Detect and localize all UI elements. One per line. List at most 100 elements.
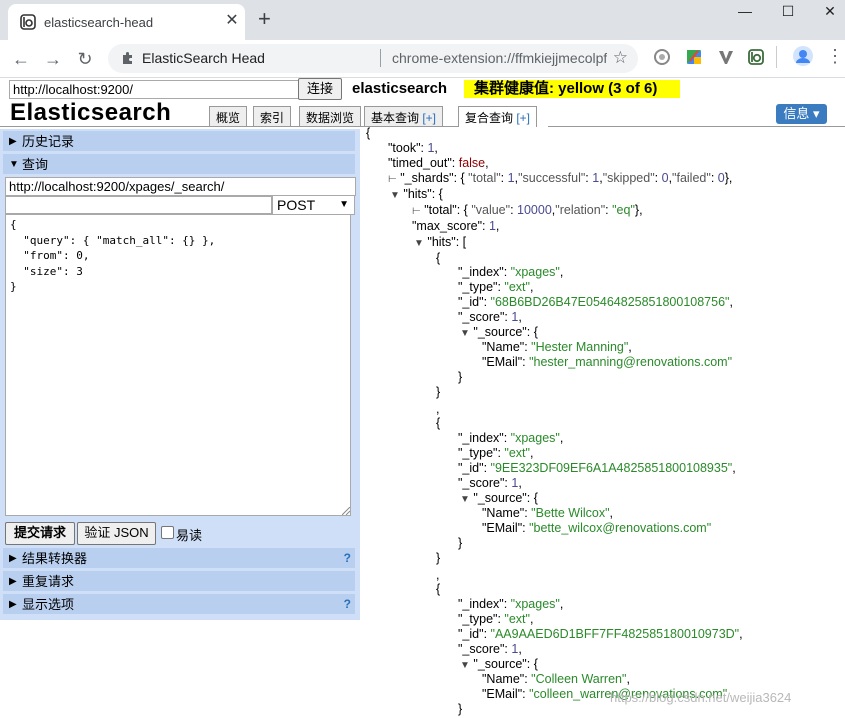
display-options-section[interactable]: ▶ 显示选项 ?	[3, 594, 355, 614]
json-shards[interactable]: ⊢ "_shards": { "total": 1,"successful": …	[388, 171, 732, 185]
source-name-value: "Colleen Warren"	[531, 672, 627, 686]
query-path-input[interactable]	[5, 196, 272, 214]
json-hits[interactable]: ▼ "hits": {	[390, 187, 443, 201]
expanded-node-icon: ▼	[390, 190, 400, 201]
extension-circle-icon[interactable]	[652, 47, 672, 67]
validate-json-button[interactable]: 验证 JSON	[77, 522, 156, 545]
reload-icon[interactable]: ↻	[72, 46, 98, 72]
resize-handle-icon[interactable]	[342, 507, 350, 515]
source-close-brace: }	[458, 702, 463, 716]
forward-icon[interactable]: →	[40, 46, 66, 72]
query-label: 查询	[22, 157, 49, 172]
connect-url-input[interactable]	[9, 80, 301, 99]
source-name: "Name": "Hester Manning",	[482, 340, 632, 354]
source-name-value: "Bette Wilcox"	[531, 506, 610, 520]
menu-dots-icon[interactable]: ⋮	[826, 45, 844, 67]
extension-color-icon[interactable]	[684, 47, 704, 67]
transformer-label: 结果转换器	[22, 551, 88, 566]
maximize-icon[interactable]: ☐	[765, 0, 811, 22]
method-value: POST	[277, 197, 316, 213]
cluster-name: elasticsearch	[352, 80, 448, 97]
total-relation: "eq"	[612, 203, 635, 217]
method-select[interactable]: POST ▼	[272, 195, 355, 215]
hit-index: "_index": "xpages",	[458, 431, 564, 445]
tab-close-icon[interactable]: ✕	[222, 11, 242, 31]
hit-id-value: "68B6BD26B47E05464825851800108756"	[490, 295, 730, 309]
source-name: "Name": "Bette Wilcox",	[482, 506, 613, 520]
help-icon[interactable]: ?	[344, 548, 351, 569]
tab-basic-query[interactable]: 基本查询 [+]	[364, 106, 444, 126]
hit-type-value: "ext"	[504, 280, 530, 294]
back-icon[interactable]: ←	[8, 46, 34, 72]
source-close-brace: }	[458, 370, 463, 384]
window-close-icon[interactable]: ✕	[807, 0, 845, 22]
hit-source[interactable]: ▼ "_source": {	[460, 325, 538, 339]
transformer-section[interactable]: ▶ 结果转换器 ?	[3, 548, 355, 568]
tab-indices-label: 索引	[260, 111, 285, 125]
extension-v-icon[interactable]	[716, 47, 736, 67]
query-section[interactable]: ▼ 查询	[3, 154, 355, 174]
json-hits-array[interactable]: ▼ "hits": [	[414, 235, 466, 249]
repeat-request-label: 重复请求	[22, 574, 75, 589]
collapsed-triangle-icon: ▶	[9, 576, 17, 587]
hit-score: "_score": 1,	[458, 642, 522, 656]
hit-index: "_index": "xpages",	[458, 597, 564, 611]
query-url-input[interactable]: http://localhost:9200/xpages/_search/	[5, 177, 356, 196]
tab-basic-query-label: 基本查询	[371, 111, 423, 125]
help-icon[interactable]: ?	[344, 594, 351, 615]
hit-score-value: 1	[511, 310, 519, 324]
array-comma: ,	[436, 568, 440, 582]
address-bar[interactable]: ElasticSearch Head chrome-extension://ff…	[108, 44, 638, 73]
expanded-triangle-icon: ▼	[9, 159, 19, 170]
bookmark-star-icon[interactable]: ☆	[613, 48, 628, 68]
submit-request-button[interactable]: 提交请求	[5, 522, 75, 545]
hit-id: "_id": "68B6BD26B47E05464825851800108756…	[458, 295, 733, 309]
minimize-icon[interactable]: —	[722, 0, 768, 22]
app-brand-title: Elasticsearch	[10, 99, 172, 126]
hit-type-value: "ext"	[504, 612, 530, 626]
collapsed-node-icon: ⊢	[412, 206, 421, 217]
new-tab-button[interactable]: +	[258, 8, 271, 30]
query-body-textarea[interactable]: { "query": { "match_all": {} }, "from": …	[5, 214, 351, 516]
hit-index-value: "xpages"	[510, 431, 560, 445]
hit-open-brace: {	[436, 582, 441, 596]
shards-skipped: 0	[661, 171, 669, 185]
hit-source[interactable]: ▼ "_source": {	[460, 491, 538, 505]
repeat-request-section[interactable]: ▶ 重复请求	[3, 571, 355, 591]
hit-id-value: "AA9AAED6D1BFF7FF482585180010973D"	[490, 627, 740, 641]
toolbar-bottom-border	[0, 77, 845, 78]
history-section[interactable]: ▶ 历史记录	[3, 131, 355, 151]
browser-tabstrip: elasticsearch-head ✕ + — ☐ ✕	[0, 0, 845, 40]
hit-type: "_type": "ext",	[458, 612, 534, 626]
easy-read-checkbox[interactable]	[161, 526, 174, 539]
omnibox-site-name: ElasticSearch Head	[142, 50, 265, 66]
total-value: 10000	[517, 203, 552, 217]
source-email: "EMail": "bette_wilcox@renovations.com"	[482, 521, 712, 535]
tab-basic-query-plus: [+]	[422, 111, 437, 125]
extension-puzzle-icon	[123, 52, 132, 64]
tab-data-browser[interactable]: 数据浏览	[299, 106, 362, 126]
extension-head-icon[interactable]	[746, 47, 766, 67]
collapsed-triangle-icon: ▶	[9, 136, 17, 147]
tab-indices[interactable]: 索引	[253, 106, 292, 126]
profile-avatar-icon[interactable]	[792, 45, 814, 67]
expanded-node-icon: ▼	[460, 660, 470, 671]
tab-overview[interactable]: 概览	[209, 106, 248, 126]
select-arrow-icon: ▼	[339, 199, 349, 210]
json-total[interactable]: ⊢ "total": { "value": 10000,"relation": …	[412, 203, 643, 217]
browser-tab[interactable]: elasticsearch-head ✕	[8, 4, 245, 40]
hit-index-value: "xpages"	[510, 597, 560, 611]
tab-compound-query-label: 复合查询	[465, 111, 517, 125]
hit-type: "_type": "ext",	[458, 446, 534, 460]
hit-score-value: 1	[511, 476, 519, 490]
hit-open-brace: {	[436, 251, 441, 265]
info-menu-button[interactable]: 信息 ▾	[776, 104, 827, 124]
cluster-health-badge: 集群健康值: yellow (3 of 6)	[464, 80, 680, 98]
connect-button[interactable]: 连接	[298, 78, 342, 100]
hit-source[interactable]: ▼ "_source": {	[460, 657, 538, 671]
json-timed-out: "timed_out": false,	[388, 156, 489, 170]
shards-failed: 0	[717, 171, 725, 185]
max-score-value: 1	[488, 219, 496, 233]
json-took: "took": 1,	[388, 141, 438, 155]
tab-compound-query[interactable]: 复合查询 [+]	[458, 106, 538, 127]
